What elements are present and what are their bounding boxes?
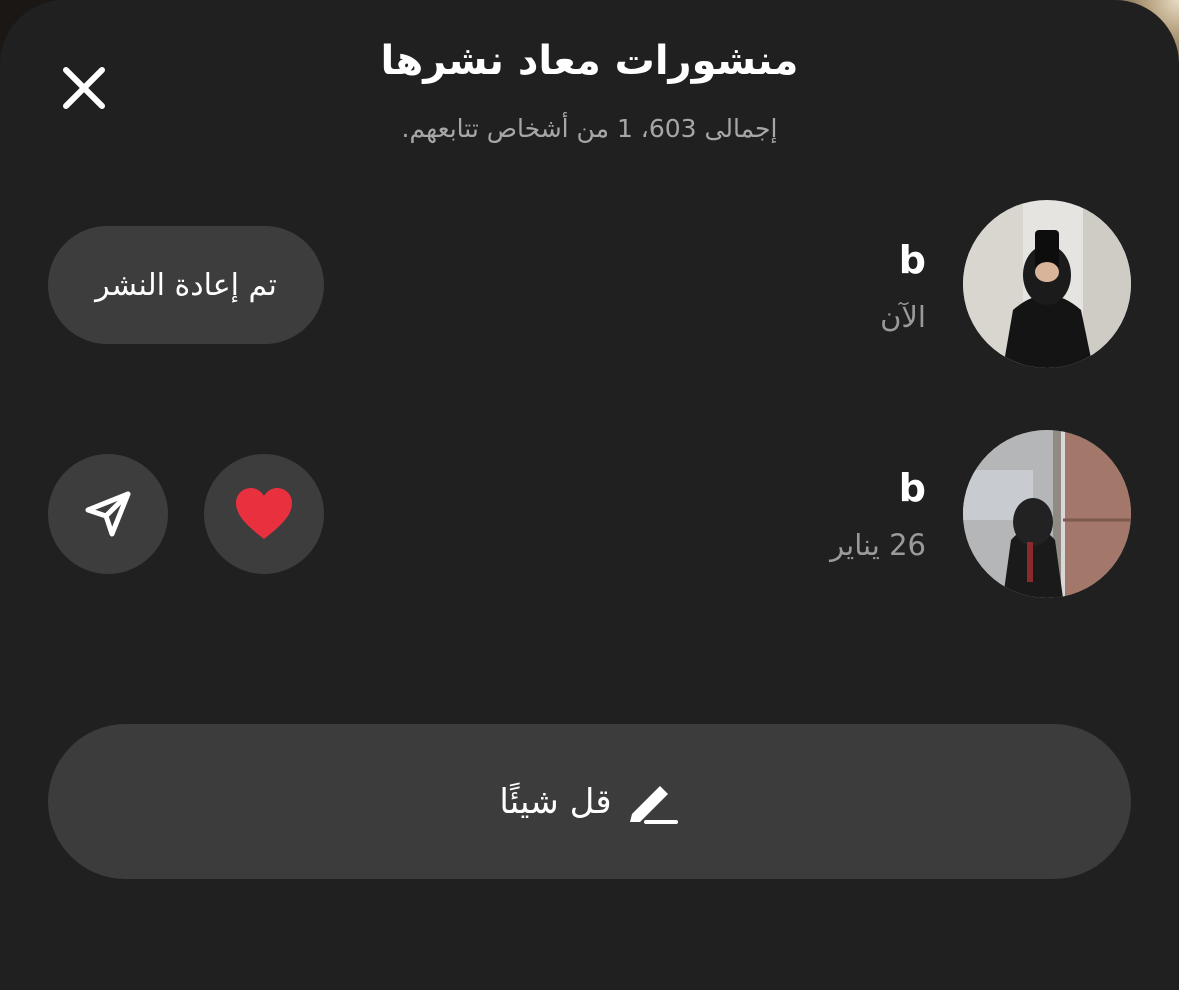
reposted-label: تم إعادة النشر <box>95 268 277 303</box>
repost-username[interactable]: b <box>899 466 926 510</box>
avatar[interactable] <box>963 430 1131 598</box>
repost-time: الآن <box>880 300 926 334</box>
heart-icon <box>234 487 294 541</box>
sheet-subtitle: إجمالى 603، 1 من أشخاص تتابعهم. <box>0 114 1179 143</box>
compose-button[interactable]: قل شيئًا <box>48 724 1131 879</box>
compose-label: قل شيئًا <box>499 782 611 822</box>
avatar[interactable] <box>963 200 1131 368</box>
sheet-title: منشورات معاد نشرها <box>0 38 1179 84</box>
share-button[interactable] <box>48 454 168 574</box>
send-icon <box>82 488 134 540</box>
like-button[interactable] <box>204 454 324 574</box>
pencil-icon <box>626 780 680 824</box>
repost-time: 26 يناير <box>830 528 926 562</box>
reposts-sheet: منشورات معاد نشرها إجمالى 603، 1 من أشخا… <box>0 0 1179 990</box>
repost-username[interactable]: b <box>899 238 926 282</box>
reposted-button[interactable]: تم إعادة النشر <box>48 226 324 344</box>
